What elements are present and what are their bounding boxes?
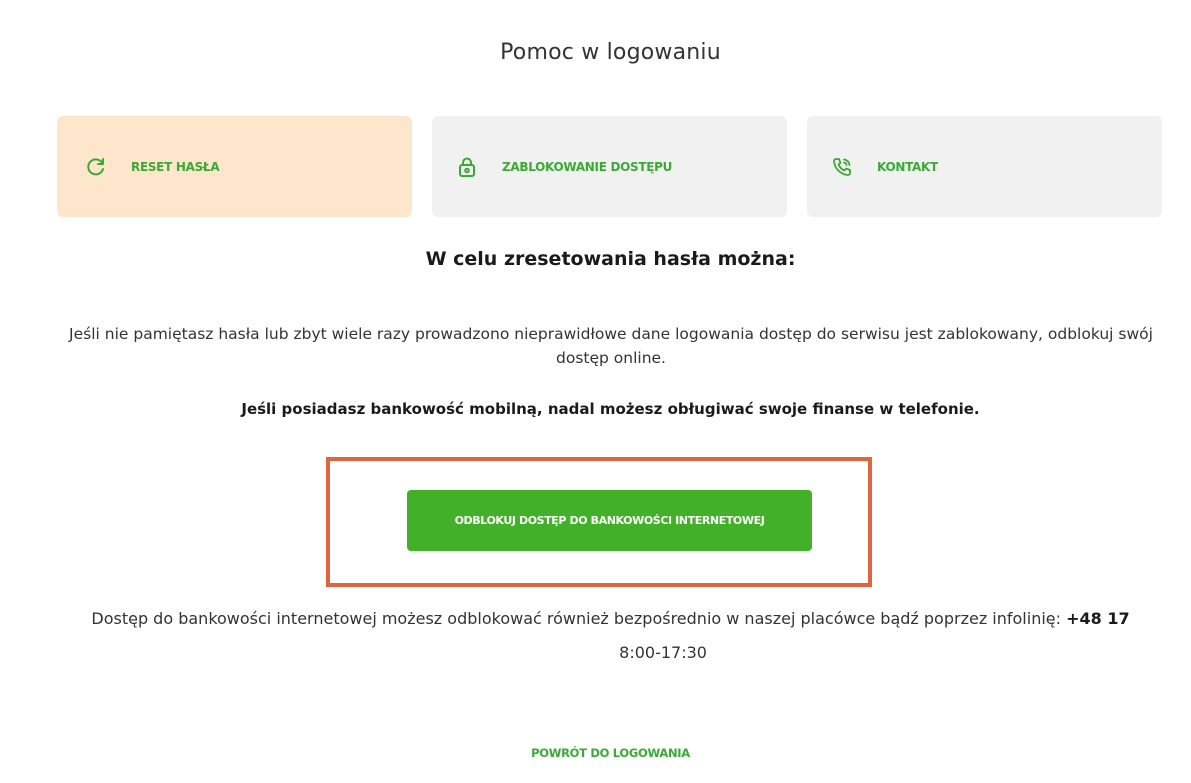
back-to-login-link[interactable]: POWRÓT DO LOGOWANIA [0, 746, 1191, 760]
tab-reset-password-label: RESET HASŁA [131, 159, 220, 174]
info-description: Dostęp do bankowości internetowej możesz… [91, 609, 1062, 628]
tab-access-blocked-label: ZABLOKOWANIE DOSTĘPU [502, 159, 673, 174]
reset-description: Jeśli nie pamiętasz hasła lub zbyt wiele… [69, 325, 1153, 367]
working-hours: 8:00-17:30 [619, 643, 707, 662]
tab-access-blocked[interactable]: ZABLOKOWANIE DOSTĘPU [432, 116, 787, 217]
help-tabs: RESET HASŁA ZABLOKOWANIE DOSTĘPU KONTAKT [57, 116, 1162, 218]
info-text: Dostęp do bankowości internetowej możesz… [60, 602, 1161, 670]
mobile-banking-note: Jeśli posiadasz bankowość mobilną, nadal… [241, 400, 980, 418]
refresh-icon [85, 156, 107, 178]
redacted-area [514, 647, 614, 661]
section-heading: W celu zresetowania hasła można: [425, 248, 796, 270]
page-title: Pomoc w logowaniu [500, 40, 721, 65]
tab-contact[interactable]: KONTAKT [807, 116, 1162, 217]
tab-reset-password[interactable]: RESET HASŁA [57, 116, 412, 217]
tab-contact-label: KONTAKT [877, 159, 938, 174]
phone-number: +48 17 [1066, 609, 1130, 628]
phone-icon [831, 156, 853, 178]
lock-icon [456, 156, 478, 178]
unlock-access-button[interactable]: ODBLOKUJ DOSTĘP DO BANKOWOŚCI INTERNETOW… [407, 490, 812, 551]
